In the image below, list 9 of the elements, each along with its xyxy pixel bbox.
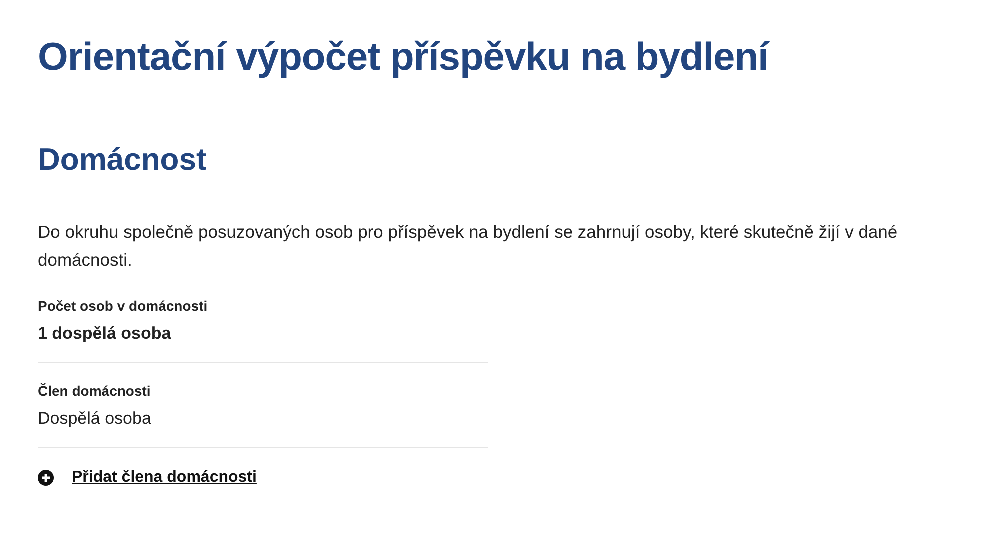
field-value: 1 dospělá osoba: [38, 323, 172, 345]
page-title: Orientační výpočet příspěvku na bydlení: [38, 35, 771, 81]
field-value: Dospělá osoba: [38, 408, 152, 430]
field-label: Člen domácnosti: [38, 382, 152, 401]
section-heading: Domácnost: [38, 141, 208, 179]
section-description: Do okruhu společně posuzovaných osob pro příspěvek na bydlení se zahrnují osoby, které skutečně žijí v dané domácnosti.: [38, 221, 899, 272]
plus-circle-icon: [38, 470, 54, 486]
add-member-link[interactable]: Přidat člena domácnosti: [72, 466, 257, 490]
field-label: Počet osob v domácnosti: [38, 297, 209, 316]
